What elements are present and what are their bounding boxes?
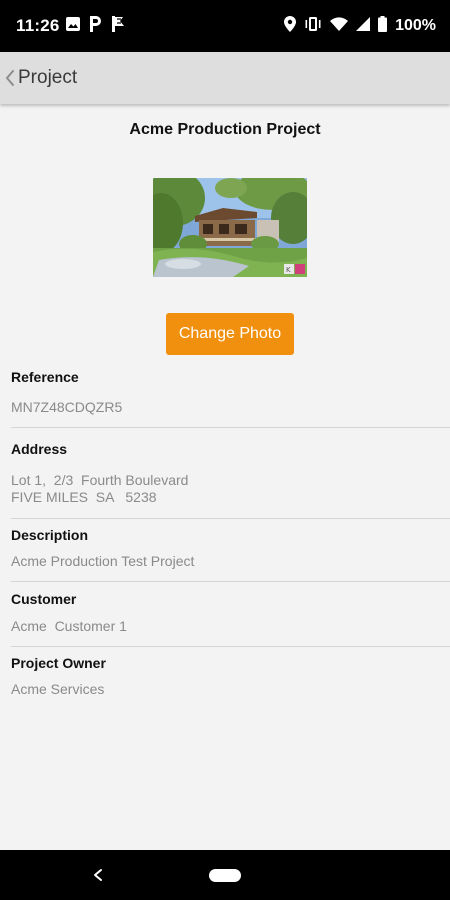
battery-icon (378, 15, 388, 37)
vibrate-icon (304, 16, 322, 36)
back-button[interactable]: Project (4, 62, 77, 94)
location-icon (284, 15, 297, 37)
customer-value: Acme Customer 1 (11, 618, 127, 634)
divider (11, 518, 450, 519)
address-label: Address (11, 441, 68, 457)
description-value: Acme Production Test Project (11, 553, 195, 569)
page-title[interactable]: Project (18, 67, 77, 89)
back-triangle-icon[interactable] (91, 867, 105, 883)
system-icons: 100% (284, 15, 436, 37)
divider (11, 427, 450, 428)
reference-value: MN7Z48CDQZR5 (11, 399, 123, 415)
customer-label: Customer (11, 591, 77, 607)
status-time: 11:26 (16, 16, 60, 35)
change-photo-button[interactable]: Change Photo (166, 313, 294, 355)
svg-text:K: K (286, 266, 291, 274)
home-pill-icon[interactable] (209, 869, 241, 882)
project-photo[interactable]: K (153, 178, 307, 277)
app-bar: Project (0, 52, 450, 104)
project-owner-label: Project Owner (11, 655, 106, 671)
divider (11, 581, 450, 582)
flag-icon (111, 15, 125, 37)
status-bar: 11:26 100% (0, 0, 450, 52)
project-title: Acme Production Project (129, 121, 321, 138)
divider (11, 646, 450, 647)
chevron-left-icon[interactable] (4, 68, 16, 88)
signal-icon (356, 16, 371, 36)
wifi-icon (330, 16, 349, 36)
parking-icon (89, 15, 102, 37)
reference-label: Reference (11, 369, 79, 385)
image-icon (66, 16, 80, 36)
address-line-1: Lot 1, 2/3 Fourth Boulevard (11, 472, 189, 488)
notification-icons (66, 15, 125, 37)
project-owner-value: Acme Services (11, 681, 105, 697)
address-line-2: FIVE MILES SA 5238 (11, 489, 157, 505)
battery-percentage: 100% (395, 17, 436, 34)
description-label: Description (11, 527, 89, 543)
